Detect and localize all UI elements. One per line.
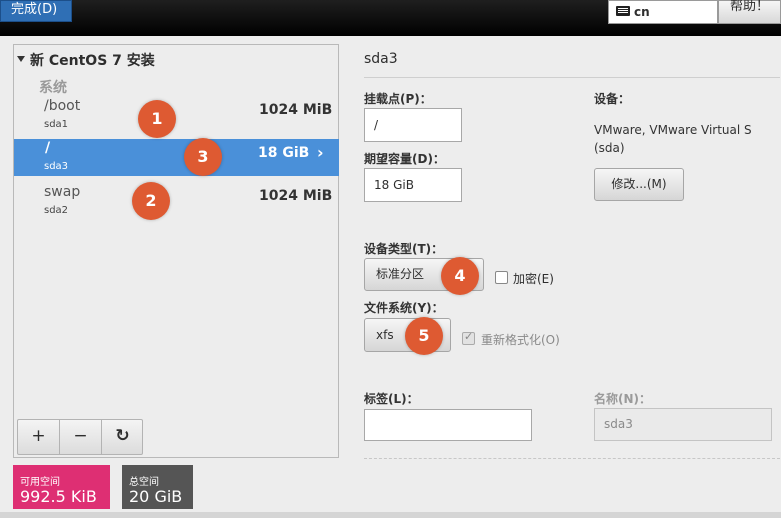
desired-capacity-input[interactable]: 18 GiB: [364, 168, 462, 202]
partition-row-root-selected[interactable]: / sda3 18 GiB ›: [14, 139, 339, 176]
reformat-checkbox[interactable]: ✓: [462, 330, 475, 345]
name-input[interactable]: sda3: [594, 408, 772, 441]
dashed-divider: [364, 458, 780, 459]
annotation-badge-3: 3: [184, 138, 222, 176]
bottom-strip: [0, 512, 781, 518]
device-label: 设备：: [594, 92, 631, 106]
filesystem-label: 文件系统(Y)：: [364, 301, 444, 315]
total-space-box: 总空间 20 GiB: [122, 465, 193, 509]
reformat-label: 重新格式化(O): [481, 333, 560, 347]
annotation-badge-5: 5: [405, 317, 443, 355]
partition-mount-label: /: [45, 140, 51, 156]
keyboard-icon: [616, 6, 630, 16]
total-space-label: 总空间: [129, 477, 159, 488]
chevron-right-icon: ›: [317, 143, 324, 162]
tag-input[interactable]: [364, 409, 532, 441]
partition-mount-label: /boot: [44, 98, 81, 114]
encrypt-label: 加密(E): [513, 272, 554, 286]
available-space-label: 可用空间: [20, 477, 60, 488]
encrypt-checkbox[interactable]: [495, 271, 508, 284]
total-space-value: 20 GiB: [129, 487, 183, 506]
checkmark-icon: ✓: [464, 330, 474, 343]
partition-mount-label: swap: [44, 184, 81, 200]
done-button[interactable]: 完成(D): [0, 0, 72, 22]
annotation-badge-4: 4: [441, 257, 479, 295]
keyboard-layout-label: cn: [634, 5, 650, 19]
mount-point-input[interactable]: /: [364, 108, 462, 142]
expand-triangle-icon[interactable]: [17, 56, 25, 62]
partition-size-label: 18 GiB: [258, 145, 310, 161]
detail-title: sda3: [364, 51, 398, 67]
device-description: VMware, VMware Virtual S (sda): [594, 121, 779, 157]
available-space-box: 可用空间 992.5 KiB: [13, 465, 110, 509]
device-id-text: (sda): [594, 141, 625, 155]
annotation-badge-2: 2: [132, 182, 170, 220]
remove-partition-button[interactable]: −: [60, 420, 101, 454]
installation-title: 新 CentOS 7 安装: [30, 53, 155, 69]
annotation-badge-1: 1: [138, 100, 176, 138]
divider: [364, 77, 780, 78]
device-type-label: 设备类型(T)：: [364, 242, 444, 256]
device-name-text: VMware, VMware Virtual S: [594, 123, 752, 137]
partition-device-label: sda2: [44, 205, 69, 216]
available-space-value: 992.5 KiB: [20, 487, 97, 506]
help-button[interactable]: 帮助！: [718, 0, 781, 24]
name-label: 名称(N)：: [594, 392, 652, 406]
system-group-label: 系统: [39, 80, 67, 96]
keyboard-layout-indicator[interactable]: cn: [608, 0, 718, 24]
partition-size-label: 1024 MiB: [259, 188, 333, 204]
refresh-button[interactable]: ↻: [102, 420, 143, 454]
desired-capacity-label: 期望容量(D)：: [364, 152, 445, 166]
mount-point-label: 挂载点(P)：: [364, 92, 432, 106]
tag-label: 标签(L)：: [364, 392, 419, 406]
partition-device-label: sda3: [44, 161, 69, 172]
modify-button[interactable]: 修改...(M): [594, 168, 684, 201]
add-partition-button[interactable]: +: [18, 420, 59, 454]
partition-device-label: sda1: [44, 119, 69, 130]
partition-size-label: 1024 MiB: [259, 102, 333, 118]
